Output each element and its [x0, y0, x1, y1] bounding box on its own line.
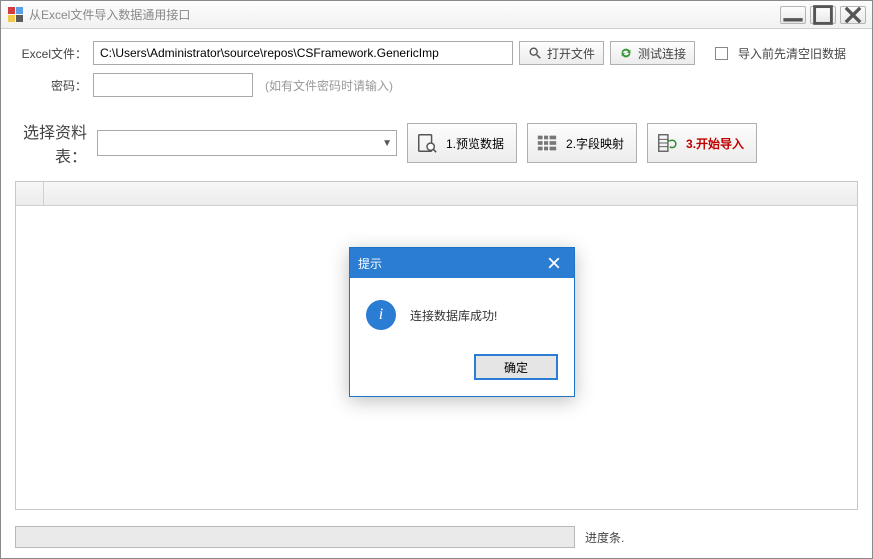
password-input[interactable] [93, 73, 253, 97]
dialog-footer: 确定 [350, 344, 574, 396]
clear-before-import-checkbox[interactable] [715, 47, 728, 60]
preview-data-label: 1.预览数据 [446, 135, 504, 152]
password-label: 密码： [15, 77, 87, 94]
window-title: 从Excel文件导入数据通用接口 [29, 6, 780, 23]
start-import-label: 3.开始导入 [686, 135, 744, 152]
file-label: Excel文件： [15, 45, 87, 62]
file-row: Excel文件： 打开文件 测试连接 导入前先清空旧数据 [15, 41, 858, 65]
password-hint: (如有文件密码时请输入) [265, 77, 393, 94]
dialog-message: 连接数据库成功! [410, 307, 497, 324]
dialog-titlebar: 提示 [350, 248, 574, 278]
minimize-button[interactable] [780, 6, 806, 24]
maximize-icon [811, 3, 835, 27]
test-connection-label: 测试连接 [638, 45, 686, 62]
info-icon: i [366, 300, 396, 330]
table-select-label: 选择资料表： [15, 119, 87, 167]
chevron-down-icon: ▼ [382, 138, 392, 149]
title-bar: 从Excel文件导入数据通用接口 [1, 1, 872, 29]
app-icon [7, 7, 23, 23]
file-path-input[interactable] [93, 41, 513, 65]
steps-row: 选择资料表： ▼ 1.预览数据 2.字段映射 [15, 119, 858, 167]
import-icon [656, 132, 678, 154]
mapping-icon [536, 132, 558, 154]
refresh-icon [619, 46, 633, 60]
dialog-ok-button[interactable]: 确定 [474, 354, 558, 380]
search-icon [528, 46, 542, 60]
clear-before-import-label: 导入前先清空旧数据 [738, 45, 846, 62]
field-mapping-button[interactable]: 2.字段映射 [527, 123, 637, 163]
preview-icon [416, 132, 438, 154]
open-file-button[interactable]: 打开文件 [519, 41, 604, 65]
preview-data-button[interactable]: 1.预览数据 [407, 123, 517, 163]
progress-row: 进度条. [15, 526, 858, 548]
close-button[interactable] [840, 6, 866, 24]
client-area: Excel文件： 打开文件 测试连接 导入前先清空旧数据 密码： (如有文件密码… [1, 29, 872, 558]
minimize-icon [781, 3, 805, 27]
table-select-combo[interactable]: ▼ [97, 130, 397, 156]
main-window: 从Excel文件导入数据通用接口 Excel文件： 打开文件 测试连接 [0, 0, 873, 559]
message-dialog: 提示 i 连接数据库成功! 确定 [349, 247, 575, 397]
field-mapping-label: 2.字段映射 [566, 135, 624, 152]
password-row: 密码： (如有文件密码时请输入) [15, 73, 858, 97]
open-file-label: 打开文件 [547, 45, 595, 62]
grid-header [16, 182, 857, 206]
progress-label: 进度条. [585, 529, 624, 546]
dialog-ok-label: 确定 [504, 359, 528, 376]
grid-corner [16, 182, 44, 205]
dialog-title: 提示 [358, 255, 382, 272]
close-icon [841, 3, 865, 27]
dialog-close-button[interactable] [542, 252, 566, 274]
test-connection-button[interactable]: 测试连接 [610, 41, 695, 65]
window-controls [780, 6, 866, 24]
dialog-body: i 连接数据库成功! [350, 278, 574, 344]
maximize-button[interactable] [810, 6, 836, 24]
start-import-button[interactable]: 3.开始导入 [647, 123, 757, 163]
close-icon [548, 257, 560, 269]
progress-bar [15, 526, 575, 548]
